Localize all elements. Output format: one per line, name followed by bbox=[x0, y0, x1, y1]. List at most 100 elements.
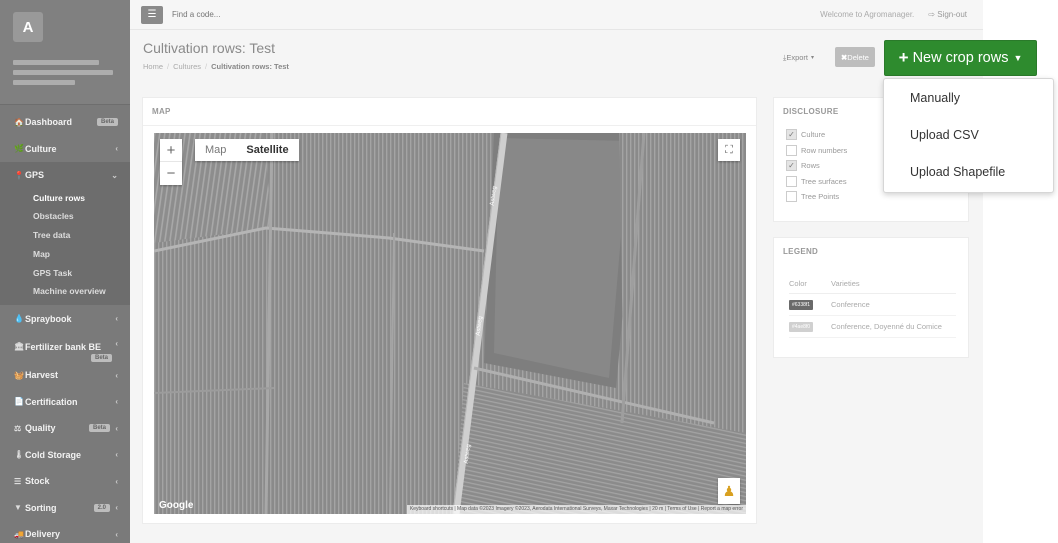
zoom-out-button[interactable]: − bbox=[160, 162, 182, 185]
chevron-left-icon: ‹ bbox=[115, 476, 118, 486]
chevron-left-icon: ‹ bbox=[115, 423, 118, 433]
sidebar-item-fertilizer-bank[interactable]: 🏛 Fertilizer bank BE ‹ Beta bbox=[0, 332, 130, 362]
map-attribution[interactable]: Keyboard shortcuts | Map data ©2023 Imag… bbox=[406, 505, 746, 514]
beta-badge: Beta bbox=[96, 118, 118, 127]
thermometer-icon: 🌡 bbox=[14, 450, 25, 460]
pegman-icon[interactable]: ♟ bbox=[718, 478, 740, 504]
topbar: ☰ Welcome to Agromanager. ⇨ Sign-out bbox=[130, 0, 983, 30]
file-icon: 📄 bbox=[14, 397, 24, 407]
list-icon: ☰ bbox=[14, 476, 22, 486]
fullscreen-icon[interactable]: ⛶ bbox=[718, 139, 740, 161]
sidebar-item-cold-storage[interactable]: 🌡 Cold Storage ‹ bbox=[0, 441, 130, 468]
color-swatch: #4ae8f0 bbox=[789, 322, 814, 332]
map-panel-title: MAP bbox=[143, 98, 756, 126]
map-panel: MAP Astweg Astweg Astweg + − Map Satelli… bbox=[142, 97, 757, 524]
beta-badge: Beta bbox=[90, 353, 112, 362]
sidebar-item-label: Sorting bbox=[25, 502, 57, 513]
sidebar-item-label: Dashboard bbox=[25, 117, 73, 128]
checkbox-label: Tree surfaces bbox=[801, 176, 847, 186]
menu-item-manually[interactable]: Manually bbox=[884, 85, 1053, 122]
chevron-left-icon: ‹ bbox=[115, 397, 118, 407]
checkbox-unchecked-icon[interactable] bbox=[786, 191, 797, 203]
color-swatch: #6338f1 bbox=[789, 300, 814, 310]
map-type-satellite-button[interactable]: Satellite bbox=[236, 139, 298, 161]
breadcrumb-current: Cultivation rows: Test bbox=[211, 62, 289, 71]
sidebar-item-label: Delivery bbox=[25, 529, 61, 540]
truck-icon: 🚚 bbox=[14, 529, 24, 539]
legend-panel-title: LEGEND bbox=[783, 247, 819, 256]
menu-item-upload-shapefile[interactable]: Upload Shapefile bbox=[884, 159, 1053, 196]
page-title: Cultivation rows: Test bbox=[143, 40, 276, 56]
caret-down-icon: ▾ bbox=[811, 55, 815, 61]
sidebar-subitem-obstacles[interactable]: Obstacles bbox=[0, 207, 130, 226]
brand-block: A bbox=[0, 0, 130, 105]
sidebar-subitem-map[interactable]: Map bbox=[0, 245, 130, 264]
breadcrumb-home[interactable]: Home bbox=[143, 62, 163, 71]
export-button[interactable]: ⤓ Export ▾ bbox=[777, 48, 821, 67]
main-content: Cultivation rows: Test Home / Cultures / Cul… bbox=[130, 30, 983, 543]
leaf-icon: 🌿 bbox=[14, 144, 24, 154]
checkbox-checked-icon[interactable]: ✓ bbox=[786, 160, 797, 172]
caret-down-icon: ▼ bbox=[1013, 53, 1023, 63]
bank-icon: 🏛 bbox=[14, 342, 25, 352]
chevron-left-icon: ‹ bbox=[115, 144, 118, 154]
welcome-text: Welcome to Agromanager. bbox=[820, 10, 915, 19]
delete-button[interactable]: ✖ Delete bbox=[835, 47, 875, 67]
gps-submenu: Culture rows Obstacles Tree data Map GPS… bbox=[0, 188, 130, 306]
sidebar-item-harvest[interactable]: 🧺 Harvest ‹ bbox=[0, 362, 130, 389]
sidebar-item-delivery[interactable]: 🚚 Delivery ‹ bbox=[0, 521, 130, 543]
avatar[interactable]: A bbox=[13, 12, 43, 42]
signout-link[interactable]: ⇨ Sign-out bbox=[928, 10, 967, 19]
menu-item-upload-csv[interactable]: Upload CSV bbox=[884, 122, 1053, 159]
chevron-left-icon: ‹ bbox=[115, 314, 118, 324]
sidebar-item-label: Cold Storage bbox=[25, 449, 82, 460]
plus-icon: + bbox=[898, 48, 909, 67]
basket-icon: 🧺 bbox=[14, 370, 24, 380]
google-logo: Google bbox=[159, 500, 194, 511]
checkbox-unchecked-icon[interactable] bbox=[786, 175, 797, 187]
new-crop-rows-button[interactable]: + New crop rows ▼ bbox=[884, 40, 1037, 76]
map-type-map-button[interactable]: Map bbox=[195, 139, 236, 161]
scale-icon: ⚖ bbox=[14, 423, 22, 433]
satellite-map[interactable]: Astweg Astweg Astweg + − Map Satellite ⛶… bbox=[154, 133, 746, 514]
legend-col-varieties: Varieties bbox=[831, 275, 956, 294]
breadcrumb-separator: / bbox=[167, 62, 170, 71]
filter-icon: ▼ bbox=[14, 503, 22, 513]
sidebar-subitem-tree-data[interactable]: Tree data bbox=[0, 226, 130, 245]
sidebar-item-sorting[interactable]: ▼ Sorting 2.0 ‹ bbox=[0, 494, 130, 521]
sidebar-item-spraybook[interactable]: 💧 Spraybook ‹ bbox=[0, 305, 130, 332]
sidebar-subitem-machine-overview[interactable]: Machine overview bbox=[0, 282, 130, 301]
sidebar-item-label: Culture bbox=[25, 143, 57, 154]
sidebar-item-certification[interactable]: 📄 Certification ‹ bbox=[0, 388, 130, 415]
delete-label: Delete bbox=[847, 52, 869, 62]
chevron-left-icon: ‹ bbox=[115, 450, 118, 460]
table-row: #6338f1 Conference bbox=[789, 293, 956, 316]
checkbox-checked-icon[interactable]: ✓ bbox=[786, 129, 797, 141]
sidebar-item-quality[interactable]: ⚖ Quality Beta ‹ bbox=[0, 415, 130, 442]
map-imagery bbox=[154, 133, 746, 514]
beta-badge: Beta bbox=[88, 424, 110, 433]
sidebar-subitem-gps-task[interactable]: GPS Task bbox=[0, 264, 130, 283]
legend-header-row: Color Varieties bbox=[789, 275, 956, 294]
checkbox-label: Rows bbox=[801, 161, 820, 171]
zoom-in-button[interactable]: + bbox=[160, 139, 182, 162]
search-input[interactable] bbox=[172, 10, 372, 19]
sidebar-item-dashboard[interactable]: 🏠 Dashboard Beta bbox=[0, 109, 130, 136]
chevron-down-icon: ⌄ bbox=[111, 170, 118, 180]
sidebar-subitem-culture-rows[interactable]: Culture rows bbox=[0, 189, 130, 208]
sidebar-item-gps[interactable]: 📍 GPS ⌄ bbox=[0, 162, 130, 189]
signout-icon: ⇨ bbox=[928, 10, 938, 19]
sidebar-item-label: Stock bbox=[25, 476, 50, 487]
redacted-company bbox=[13, 70, 113, 75]
sidebar-item-label: Spraybook bbox=[25, 313, 72, 324]
sidebar-item-culture[interactable]: 🌿 Culture ‹ bbox=[0, 136, 130, 163]
checkbox-label: Row numbers bbox=[801, 145, 848, 155]
hamburger-menu-icon[interactable]: ☰ bbox=[141, 5, 163, 24]
breadcrumb-cultures[interactable]: Cultures bbox=[173, 62, 201, 71]
map-marker-icon: 📍 bbox=[14, 170, 24, 180]
chevron-left-icon: ‹ bbox=[115, 370, 118, 380]
signout-label: Sign-out bbox=[937, 10, 967, 19]
sidebar-item-stock[interactable]: ☰ Stock ‹ bbox=[0, 468, 130, 495]
legend-table: Color Varieties #6338f1 Conference #4ae8… bbox=[789, 275, 956, 338]
checkbox-unchecked-icon[interactable] bbox=[786, 144, 797, 156]
